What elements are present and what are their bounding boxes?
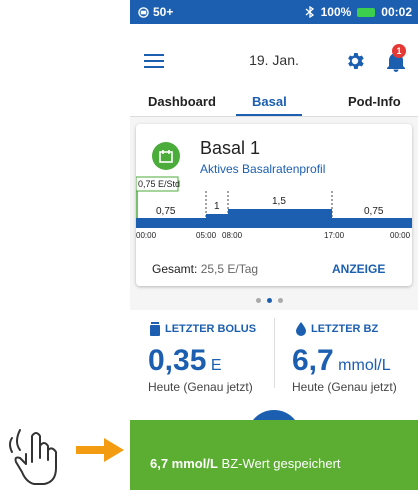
- basal-profile-icon: [152, 142, 180, 170]
- basal-rate-chart[interactable]: 0,75 E/Std 0,75 1 1,5 0,75 00:00 05:00 0…: [136, 174, 412, 244]
- total-label: Gesamt:: [152, 262, 198, 276]
- active-tab-indicator: [236, 114, 302, 116]
- time-label-5: 00:00: [390, 231, 411, 240]
- time-label-1: 00:00: [136, 231, 157, 240]
- tap-hand-icon: [9, 429, 57, 485]
- total-daily-basal: Gesamt: 25,5 E/Tag: [152, 262, 258, 276]
- saved-toast: 6,7 mmol/L BZ-Wert gespeichert: [130, 420, 418, 490]
- time-label-4: 17:00: [324, 231, 345, 240]
- arrow-right-icon: [76, 438, 124, 462]
- blood-drop-icon: [296, 322, 306, 336]
- last-bg-time: Heute (Genau jetzt): [292, 380, 397, 394]
- tab-pod-info[interactable]: Pod-Info: [348, 94, 401, 109]
- segment-label-3: 1,5: [272, 196, 286, 207]
- status-bar: 50+ 100% 00:02: [130, 0, 418, 24]
- last-bolus-title: LETZTER BOLUS: [165, 323, 257, 335]
- last-bg-value: 6,7 mmol/L: [292, 344, 391, 378]
- battery-icon: [357, 7, 376, 17]
- time-label-2: 05:00: [196, 231, 217, 240]
- last-bolus-value: 0,35 E: [148, 344, 222, 378]
- bg-unit: mmol/L: [338, 357, 391, 374]
- tab-bar: Dashboard Basal Pod-Info: [130, 88, 418, 117]
- phone-screen: 50+ 100% 00:02 19. Jan. 1 Dashboard Basa…: [130, 0, 418, 490]
- page-indicator: [256, 298, 283, 303]
- last-bg-title: LETZTER BZ: [311, 323, 379, 335]
- view-button[interactable]: ANZEIGE: [332, 262, 385, 276]
- tab-dashboard[interactable]: Dashboard: [148, 94, 216, 109]
- notification-badge: 1: [392, 44, 406, 58]
- bolus-amount: 0,35: [148, 344, 207, 377]
- page-dot-1[interactable]: [256, 298, 261, 303]
- column-divider: [274, 318, 275, 388]
- segment-label-2: 1: [214, 201, 220, 212]
- segment-label-1: 0,75: [156, 206, 176, 217]
- app-bar: 19. Jan. 1: [130, 24, 418, 88]
- last-bg-header: LETZTER BZ: [296, 322, 378, 336]
- toast-value: 6,7 mmol/L: [150, 456, 218, 471]
- page-dot-3[interactable]: [278, 298, 283, 303]
- bolus-icon: [150, 322, 160, 336]
- gear-icon[interactable]: [344, 50, 366, 72]
- bg-amount: 6,7: [292, 344, 334, 377]
- toast-message: BZ-Wert gespeichert: [221, 456, 341, 471]
- clock: 00:02: [381, 5, 412, 19]
- date-label: 19. Jan.: [249, 52, 299, 68]
- last-bolus-header: LETZTER BOLUS: [150, 322, 256, 336]
- bluetooth-icon: [305, 6, 314, 18]
- basal-card: Basal 1 Aktives Basalratenprofil 0,75 E/…: [136, 124, 412, 286]
- reservoir-level: 50+: [153, 5, 174, 19]
- bolus-unit: E: [210, 357, 222, 374]
- basal-profile-title: Basal 1: [200, 138, 261, 158]
- segment-label-4: 0,75: [364, 206, 384, 217]
- battery-percent: 100%: [320, 5, 352, 19]
- tab-basal[interactable]: Basal: [252, 94, 287, 109]
- page-dot-2[interactable]: [267, 298, 272, 303]
- last-bolus-time: Heute (Genau jetzt): [148, 380, 253, 394]
- pod-status-icon: [138, 6, 149, 18]
- time-label-3: 08:00: [222, 231, 243, 240]
- total-value: 25,5 E/Tag: [200, 262, 259, 276]
- current-rate-label: 0,75 E/Std: [138, 179, 180, 189]
- tutorial-margin: [0, 0, 130, 490]
